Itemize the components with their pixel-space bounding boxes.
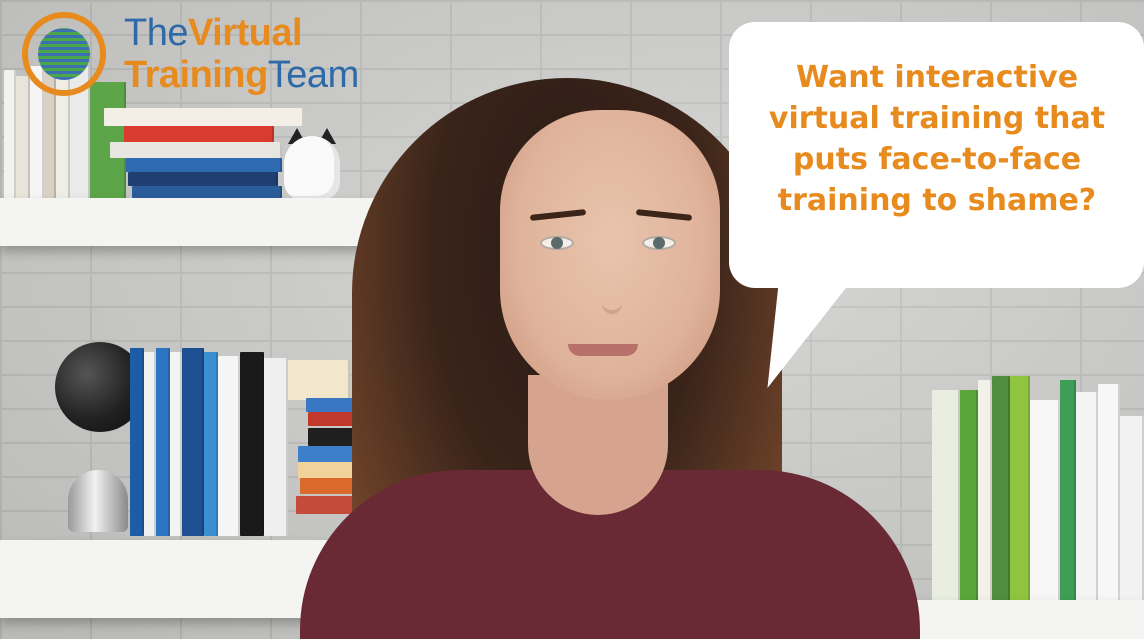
book-spine-just-ask bbox=[960, 390, 978, 606]
book-spine bbox=[156, 348, 170, 536]
book-spine-inspirational-trainer bbox=[1098, 384, 1120, 612]
book-stack-item bbox=[132, 186, 282, 198]
book-stack-item bbox=[104, 108, 304, 126]
logo-line-2: TrainingTeam bbox=[124, 54, 359, 97]
presenter-face bbox=[500, 110, 720, 400]
presenter-nose bbox=[600, 270, 624, 310]
video-frame: TheVirtual TrainingTeam Want interactive… bbox=[0, 0, 1144, 639]
presenter-eye-left bbox=[540, 236, 574, 250]
book-stack-item bbox=[110, 142, 282, 158]
presenter-mouth bbox=[568, 344, 638, 356]
book-cover-50 bbox=[288, 360, 350, 400]
logo-text-team: Team bbox=[267, 54, 359, 96]
book-stack-item bbox=[296, 496, 358, 514]
company-logo: TheVirtual TrainingTeam bbox=[12, 8, 412, 108]
book-stack-item bbox=[126, 158, 282, 172]
book-spine bbox=[144, 352, 156, 536]
book-spine bbox=[130, 348, 144, 536]
presenter-eye-right bbox=[642, 236, 676, 250]
book-spine bbox=[170, 352, 182, 536]
right-shelf bbox=[900, 600, 1144, 639]
book-stack-item bbox=[124, 126, 274, 142]
book-spine bbox=[1120, 416, 1144, 612]
book-spine bbox=[1010, 376, 1030, 608]
globe-stand bbox=[68, 470, 128, 532]
book-spine-classics bbox=[264, 358, 288, 536]
logo-text-training: Training bbox=[124, 54, 268, 96]
book-spine-innovators-solution bbox=[240, 352, 264, 536]
book-spine-ian-cooper bbox=[978, 380, 992, 606]
book-spine bbox=[1060, 380, 1076, 608]
book-spine-creativity bbox=[1030, 400, 1060, 608]
logo-text-the: The bbox=[124, 12, 188, 54]
book-spine bbox=[182, 348, 204, 536]
book-spine bbox=[932, 390, 960, 600]
logo-text-virtual: Virtual bbox=[187, 12, 303, 54]
book-spine bbox=[218, 356, 240, 536]
speech-bubble-text: Want interactive virtual training that p… bbox=[768, 60, 1106, 218]
book-stack-item bbox=[128, 172, 278, 186]
book-spine-tony-buzan bbox=[1076, 392, 1098, 608]
cat-figurine bbox=[284, 136, 340, 200]
globe-logo-icon bbox=[22, 12, 106, 96]
book-spine-yes bbox=[992, 376, 1010, 606]
book-spine bbox=[204, 352, 218, 536]
logo-line-1: TheVirtual bbox=[124, 12, 303, 55]
